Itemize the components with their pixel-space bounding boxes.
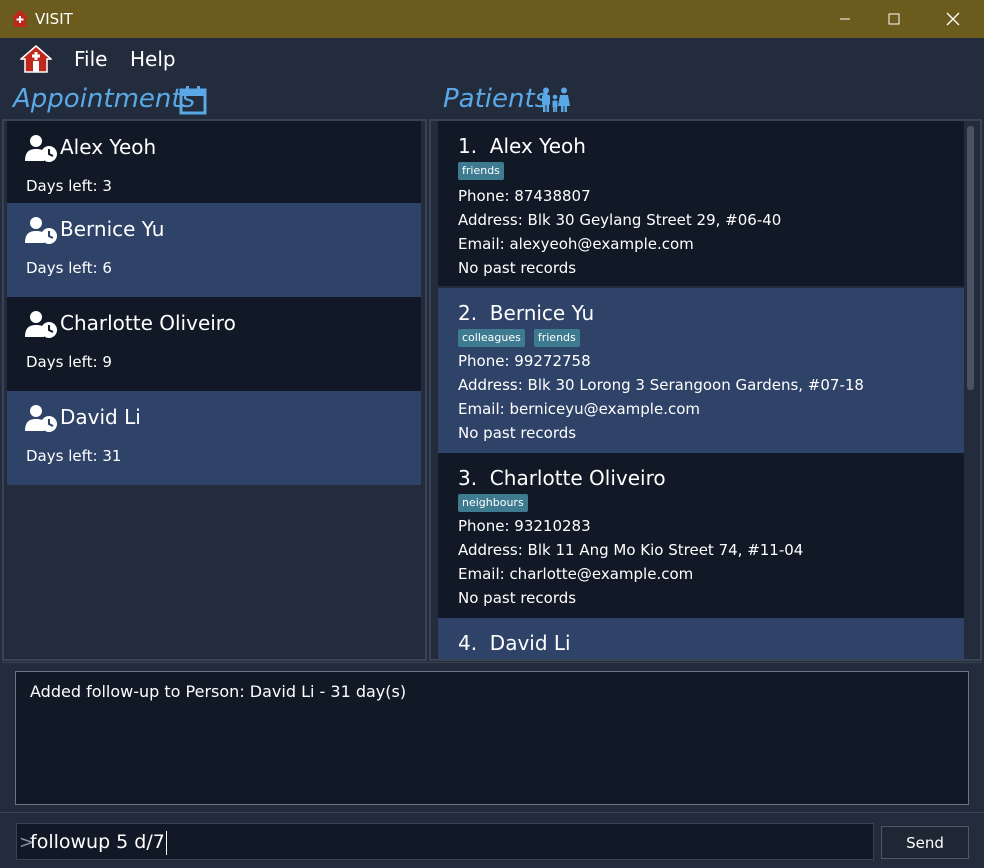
patient-address: Address: Blk 30 Geylang Street 29, #06-4… [458,211,782,229]
tag-badge: family [458,659,500,661]
patient-name: 1. Alex Yeoh [458,134,586,158]
menu-help[interactable]: Help [130,47,176,71]
tag-list: friends [458,162,504,180]
home-icon [20,45,52,73]
patient-email: Email: charlotte@example.com [458,565,694,583]
patient-card[interactable]: 3. Charlotte Oliveiro neighbours Phone: … [438,453,964,618]
appointment-days-left: Days left: 6 [26,259,112,277]
patient-card[interactable]: 2. Bernice Yu colleagues friends Phone: … [438,288,964,453]
appointment-days-left: Days left: 3 [26,177,112,195]
patient-card[interactable]: 4. David Li family [438,618,964,661]
patient-address: Address: Blk 11 Ang Mo Kio Street 74, #1… [458,541,804,559]
appointment-days-left: Days left: 9 [26,353,112,371]
appointment-days-left: Days left: 31 [26,447,122,465]
user-clock-icon [25,311,57,338]
appointment-card[interactable]: Charlotte Oliveiro Days left: 9 [7,297,421,391]
patient-records: No past records [458,589,577,607]
tag-badge: neighbours [458,494,528,512]
patient-address: Address: Blk 30 Lorong 3 Serangoon Garde… [458,376,864,394]
appointment-name: David Li [60,405,141,429]
patient-phone: Phone: 87438807 [458,187,591,205]
calendar-icon [179,86,207,115]
patients-panel[interactable]: 1. Alex Yeoh friends Phone: 87438807 Add… [429,119,982,661]
tag-badge: colleagues [458,329,525,347]
command-text: followup 5 d/7 [30,831,165,853]
window-title: VISIT [35,10,73,28]
send-button[interactable]: Send [881,826,969,859]
appointments-title: Appointments [13,84,196,114]
user-clock-icon [25,405,57,432]
patient-card[interactable]: 1. Alex Yeoh friends Phone: 87438807 Add… [438,121,964,286]
result-display: Added follow-up to Person: David Li - 31… [15,671,969,805]
close-button[interactable] [930,0,976,38]
patient-email: Email: alexyeoh@example.com [458,235,694,253]
patient-phone: Phone: 99272758 [458,352,591,370]
appointment-card[interactable]: Bernice Yu Days left: 6 [7,203,421,297]
title-bar: VISIT [0,0,984,38]
user-clock-icon [25,135,57,162]
patient-name: 4. David Li [458,631,571,655]
user-clock-icon [25,217,57,244]
text-caret [166,831,167,855]
tag-list: colleagues friends [458,329,580,347]
minimize-icon [840,18,850,20]
app-home-icon [11,10,29,27]
maximize-button[interactable] [871,0,917,38]
tag-badge: friends [458,162,504,180]
patient-name: 2. Bernice Yu [458,301,595,325]
maximize-icon [888,13,900,25]
patient-records: No past records [458,259,577,277]
patient-phone: Phone: 93210283 [458,517,591,535]
menu-file[interactable]: File [74,47,107,71]
minimize-button[interactable] [822,0,868,38]
tag-badge: friends [533,329,580,347]
tag-list: neighbours [458,494,528,512]
patient-email: Email: berniceyu@example.com [458,400,700,418]
tag-list: family [458,659,500,661]
appointment-name: Alex Yeoh [60,135,157,159]
patients-scrollbar[interactable] [967,126,974,390]
appointment-name: Bernice Yu [60,217,165,241]
patient-name: 3. Charlotte Oliveiro [458,466,666,490]
appointment-name: Charlotte Oliveiro [60,311,236,335]
result-message: Added follow-up to Person: David Li - 31… [30,682,407,701]
appointment-card[interactable]: David Li Days left: 31 [7,391,421,485]
appointment-card[interactable]: Alex Yeoh Days left: 3 [7,121,421,215]
patients-title: Patients [443,84,549,114]
family-icon [542,87,570,112]
close-icon [946,12,960,26]
command-input[interactable]: > followup 5 d/7 [16,823,874,860]
patient-records: No past records [458,424,577,442]
